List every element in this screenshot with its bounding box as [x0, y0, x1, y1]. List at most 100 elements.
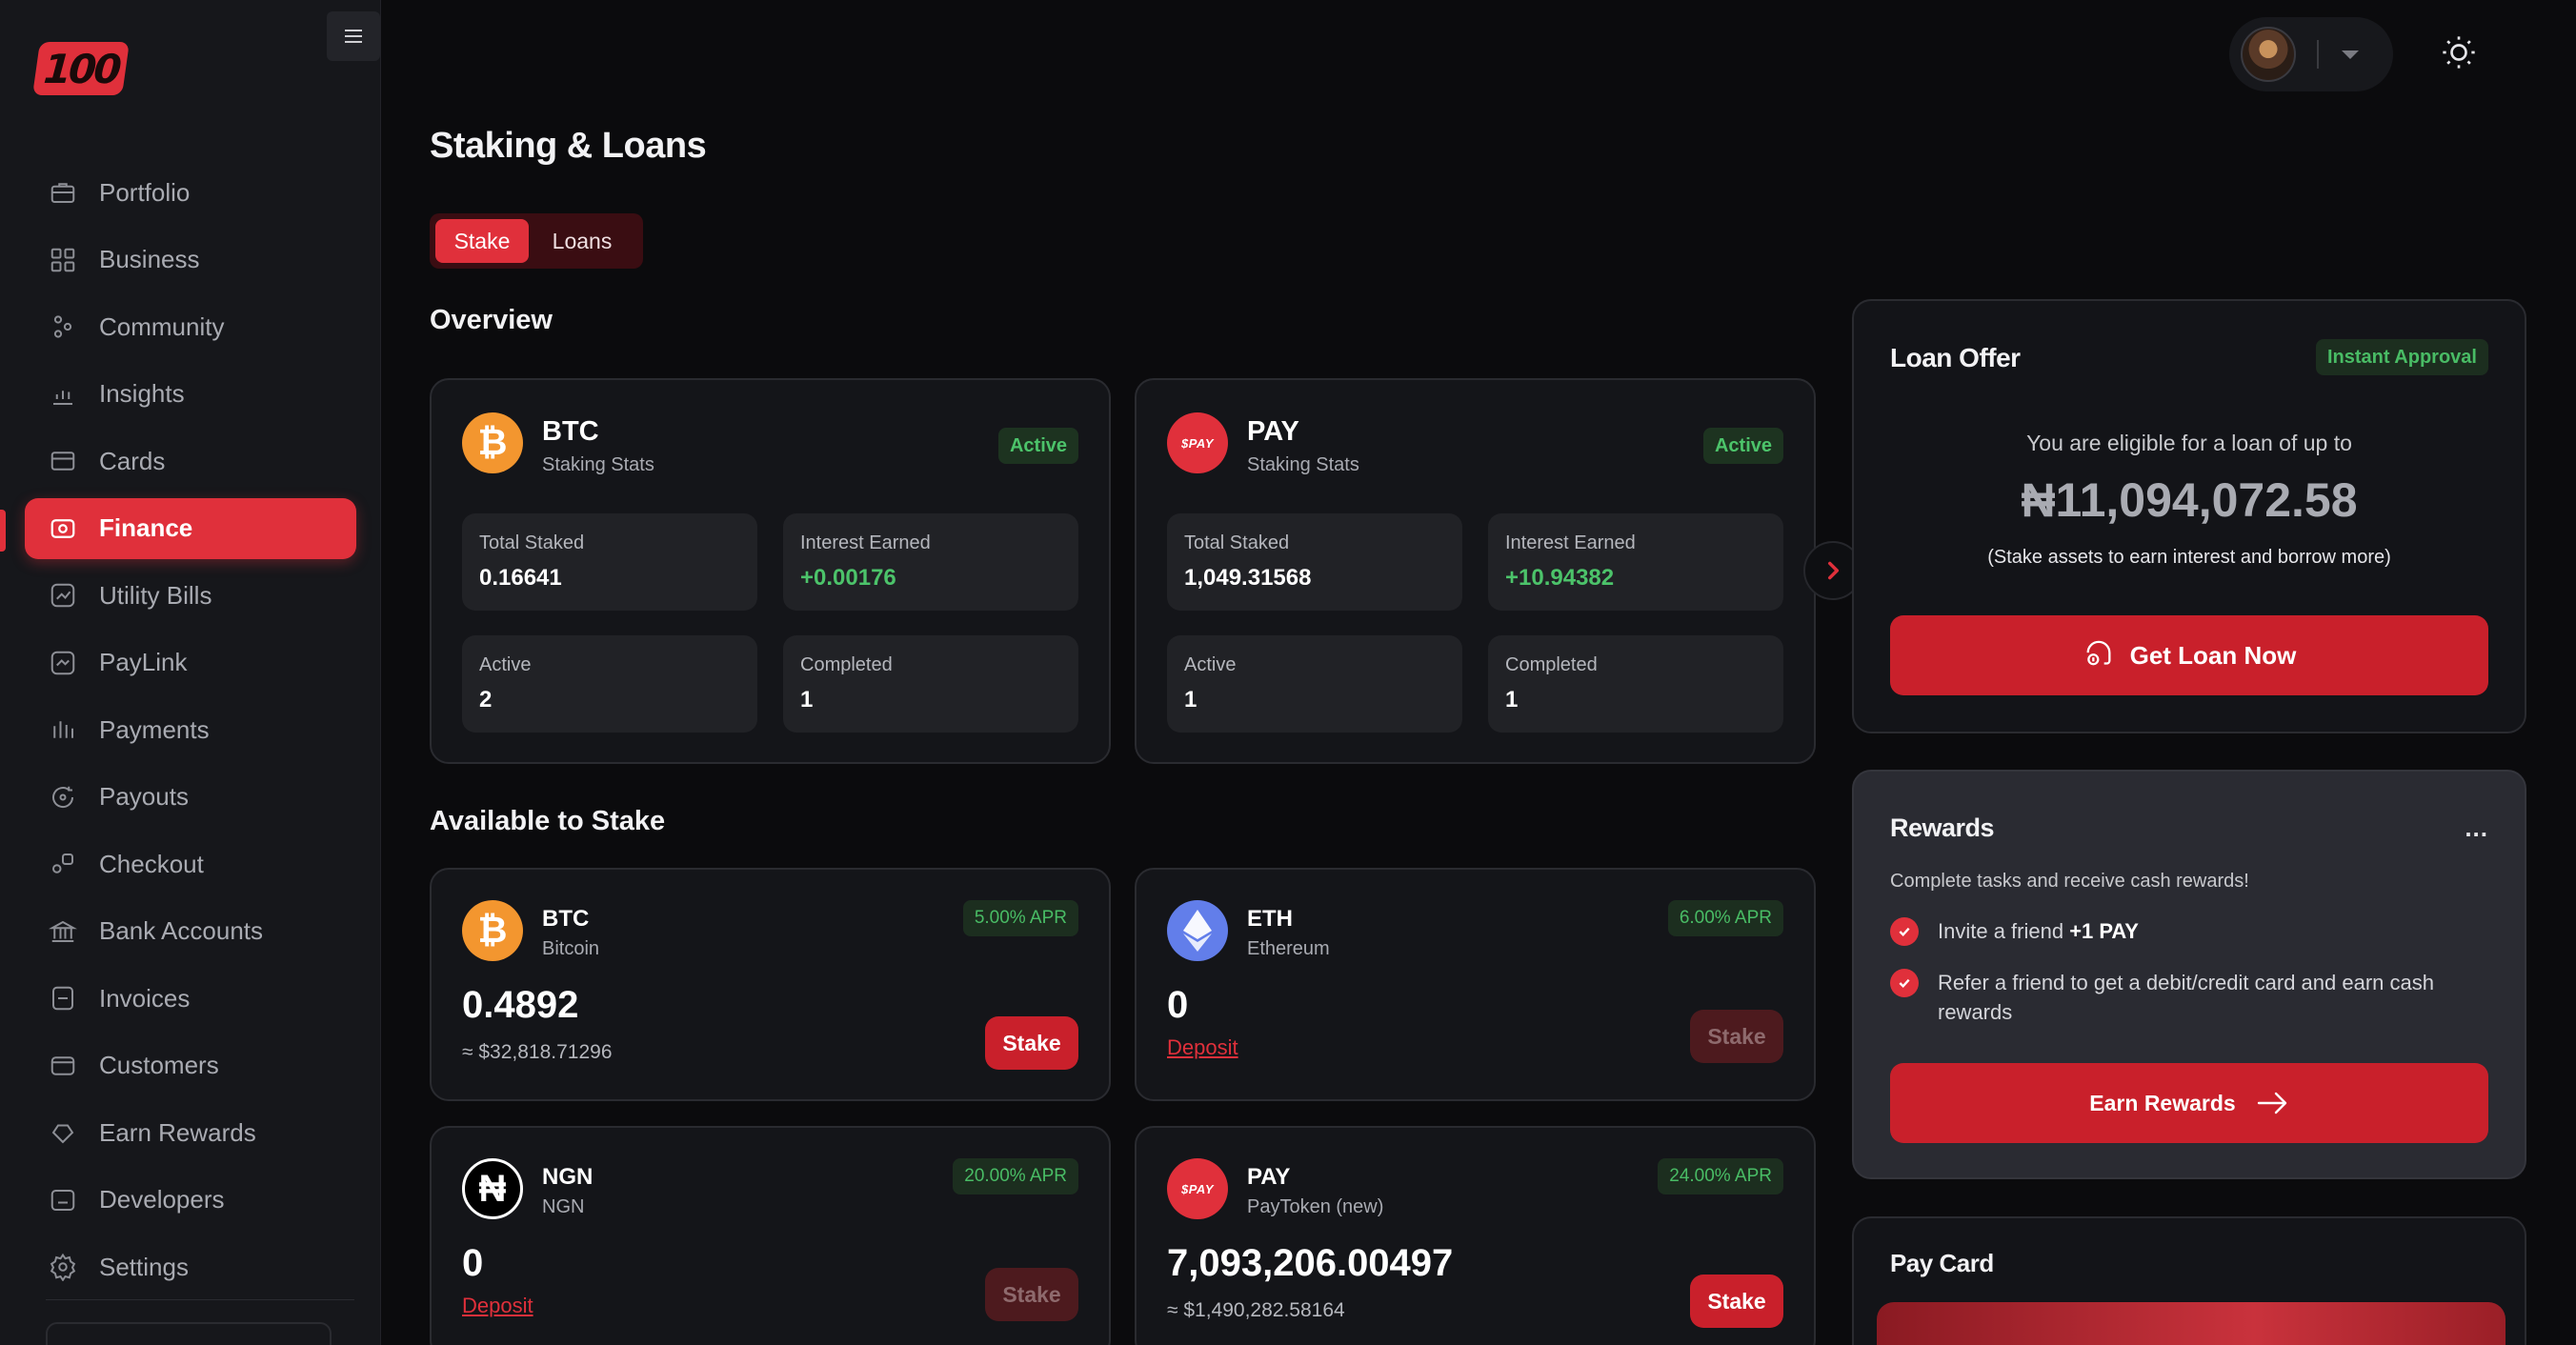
- stake-button[interactable]: Stake: [1690, 1275, 1783, 1328]
- earn-rewards-button[interactable]: Earn Rewards: [1890, 1063, 2488, 1143]
- asset-name: Bitcoin: [542, 938, 600, 959]
- sidebar-item-label: Utility Bills: [99, 580, 212, 610]
- overview-coin-symbol: PAY: [1247, 416, 1299, 447]
- reward-task-amount: +1 PAY: [2069, 919, 2139, 943]
- more-options-icon[interactable]: ...: [2465, 813, 2488, 843]
- total-staked-box: Total Staked 0.16641: [462, 513, 757, 611]
- app-window: 100 Portfolio Business Community Insight…: [0, 0, 2576, 1345]
- get-loan-button[interactable]: Get Loan Now: [1890, 615, 2488, 695]
- active-value: 1: [1184, 687, 1197, 713]
- sidebar-item-business[interactable]: Business: [25, 230, 356, 291]
- menu-toggle-button[interactable]: [327, 11, 380, 61]
- active-label: Active: [479, 654, 532, 675]
- sidebar-item-label: Payouts: [99, 782, 189, 811]
- completed-label: Completed: [800, 654, 893, 675]
- reward-task-text: Invite a friend: [1938, 919, 2070, 943]
- stake-button[interactable]: Stake: [985, 1268, 1078, 1321]
- sidebar-item-developers[interactable]: Developers: [25, 1170, 356, 1231]
- asset-name: NGN: [542, 1196, 585, 1217]
- rewards-subtitle: Complete tasks and receive cash rewards!: [1890, 871, 2249, 892]
- pay-card-preview[interactable]: [1877, 1302, 2506, 1345]
- sidebar-item-customers[interactable]: Customers: [25, 1035, 356, 1096]
- apr-badge: 20.00% APR: [953, 1158, 1078, 1194]
- chevron-down-icon[interactable]: [2342, 50, 2359, 59]
- loan-note: (Stake assets to earn interest and borro…: [1987, 547, 2391, 568]
- total-staked-value: 1,049.31568: [1184, 565, 1312, 591]
- asset-name: Ethereum: [1247, 938, 1330, 959]
- sidebar-item-payments[interactable]: Payments: [25, 699, 356, 760]
- total-staked-label: Total Staked: [479, 532, 585, 553]
- sidebar-item-label: Finance: [99, 513, 193, 542]
- sidebar-item-label: Bank Accounts: [99, 916, 263, 945]
- sidebar-item-label: PayLink: [99, 648, 188, 676]
- completed-box: Completed 1: [783, 635, 1078, 733]
- overview-coin-symbol: BTC: [542, 416, 599, 447]
- sidebar-item-bank-accounts[interactable]: Bank Accounts: [25, 901, 356, 962]
- sidebar-item-insights[interactable]: Insights: [25, 364, 356, 425]
- stake-button[interactable]: Stake: [1690, 1010, 1783, 1063]
- overview-heading: Overview: [430, 305, 553, 335]
- avatar[interactable]: [2241, 27, 2296, 82]
- sidebar-item-cards[interactable]: Cards: [25, 431, 356, 492]
- apr-badge: 6.00% APR: [1667, 900, 1783, 936]
- pay-card-title: Pay Card: [1890, 1249, 1994, 1277]
- sidebar-item-label: Portfolio: [99, 177, 191, 207]
- tab-stake[interactable]: Stake: [435, 219, 529, 263]
- active-label: Active: [1184, 654, 1237, 675]
- sidebar-item-label: Checkout: [99, 849, 204, 878]
- bitcoin-icon: ₿: [462, 412, 523, 473]
- deposit-link[interactable]: Deposit: [462, 1294, 533, 1318]
- overview-coin-subtitle: Staking Stats: [1247, 454, 1359, 475]
- reward-task: Invite a friend +1 PAY: [1890, 916, 2139, 946]
- sidebar-divider: [46, 1299, 354, 1300]
- asset-balance: 0: [1167, 984, 1189, 1026]
- paytoken-icon: $PAY: [1167, 1158, 1228, 1219]
- briefcase-icon: [48, 177, 78, 208]
- card-icon: [48, 446, 78, 476]
- user-menu[interactable]: [2229, 17, 2393, 91]
- customers-icon: [48, 1051, 78, 1081]
- sidebar-item-payouts[interactable]: Payouts: [25, 767, 356, 828]
- grid-icon: [48, 245, 78, 275]
- arrow-right-icon: [2257, 1092, 2286, 1114]
- total-staked-label: Total Staked: [1184, 532, 1290, 553]
- sidebar-item-invoices[interactable]: Invoices: [25, 968, 356, 1029]
- asset-card-btc: ₿ BTC Bitcoin 5.00% APR 0.4892 ≈ $32,818…: [430, 868, 1111, 1101]
- active-value: 2: [479, 687, 493, 713]
- overview-card-btc: ₿ BTC Staking Stats Active Total Staked …: [430, 378, 1111, 764]
- sidebar-item-portfolio[interactable]: Portfolio: [25, 162, 356, 223]
- interest-earned-box: Interest Earned +0.00176: [783, 513, 1078, 611]
- sidebar-item-label: Payments: [99, 714, 210, 744]
- link-icon: [48, 648, 78, 678]
- sidebar-item-settings[interactable]: Settings: [25, 1236, 356, 1297]
- interest-earned-value: +0.00176: [800, 565, 896, 591]
- asset-card-pay: $PAY PAY PayToken (new) 24.00% APR 7,093…: [1135, 1126, 1816, 1345]
- sidebar-item-community[interactable]: Community: [25, 296, 356, 357]
- available-heading: Available to Stake: [430, 806, 666, 836]
- sidebar-nav: Portfolio Business Community Insights Ca…: [25, 162, 356, 1304]
- stake-button[interactable]: Stake: [985, 1016, 1078, 1070]
- page-title: Staking & Loans: [430, 126, 707, 166]
- asset-balance: 0: [462, 1242, 484, 1284]
- asset-usd-value: ≈ $32,818.71296: [462, 1041, 613, 1063]
- theme-toggle-button[interactable]: [2435, 29, 2483, 76]
- bar-chart-icon: [48, 379, 78, 410]
- rewards-panel: Rewards ... Complete tasks and receive c…: [1852, 770, 2526, 1179]
- sidebar-item-finance[interactable]: Finance: [25, 497, 356, 559]
- sidebar-item-paylink[interactable]: PayLink: [25, 632, 356, 693]
- sidebar-item-earn-rewards[interactable]: Earn Rewards: [25, 1102, 356, 1163]
- utility-icon: [48, 580, 78, 611]
- sidebar-bottom-widget[interactable]: [46, 1322, 332, 1345]
- sidebar-item-label: Settings: [99, 1252, 189, 1281]
- app-logo[interactable]: 100: [32, 42, 130, 95]
- deposit-link[interactable]: Deposit: [1167, 1035, 1238, 1060]
- sidebar-item-checkout[interactable]: Checkout: [25, 833, 356, 894]
- reward-task: Refer a friend to get a debit/credit car…: [1890, 968, 2481, 1027]
- asset-balance: 7,093,206.00497: [1167, 1242, 1454, 1284]
- code-icon: [48, 1185, 78, 1215]
- tab-loans[interactable]: Loans: [529, 219, 635, 263]
- sidebar-item-utility-bills[interactable]: Utility Bills: [25, 565, 356, 626]
- completed-label: Completed: [1505, 654, 1598, 675]
- asset-balance: 0.4892: [462, 984, 579, 1026]
- naira-icon: ₦: [462, 1158, 523, 1219]
